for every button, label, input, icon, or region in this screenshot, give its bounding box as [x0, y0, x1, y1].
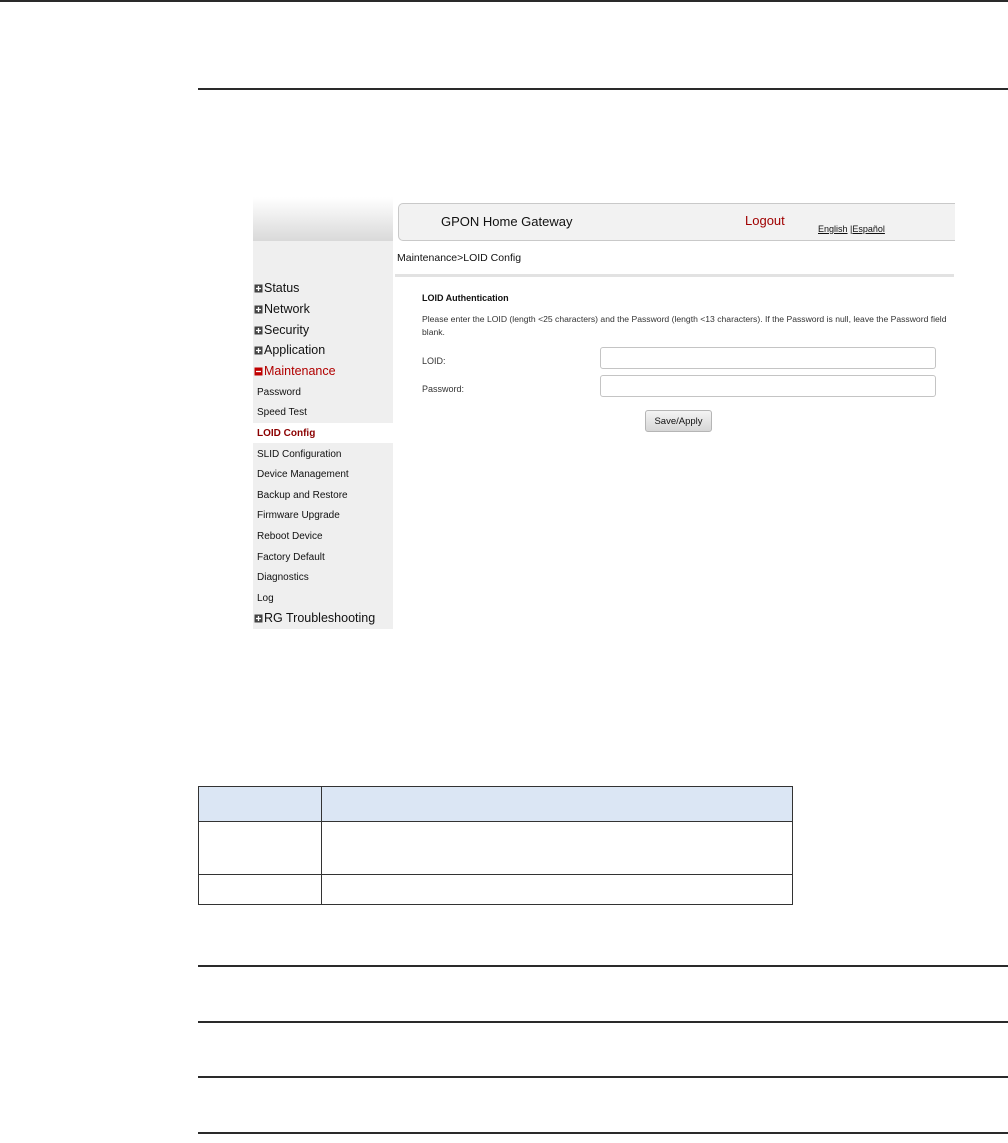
- minus-square-icon: [253, 366, 263, 376]
- header-divider: [198, 88, 1008, 90]
- sidebar-subitem-password[interactable]: Password: [253, 382, 393, 402]
- plus-square-icon: [253, 283, 263, 293]
- lang-english-link[interactable]: English: [818, 224, 848, 234]
- gateway-screenshot: Status Network Security Application Main…: [253, 197, 955, 637]
- sidebar-item-label: RG Troubleshooting: [264, 611, 376, 625]
- sidebar-item-security[interactable]: Security: [253, 320, 309, 340]
- table-header-cell: [198, 786, 322, 822]
- table-cell: [321, 821, 793, 875]
- lang-espanol-link[interactable]: Español: [852, 224, 885, 234]
- table-row: [198, 874, 793, 905]
- plus-square-icon: [253, 325, 263, 335]
- loid-input[interactable]: [600, 347, 936, 369]
- sidebar-item-rg-troubleshooting[interactable]: RG Troubleshooting: [253, 608, 375, 628]
- password-label: Password:: [422, 384, 465, 394]
- table-cell: [198, 874, 322, 905]
- sidebar-item-status[interactable]: Status: [253, 278, 299, 298]
- sidebar-subitem-reboot-device[interactable]: Reboot Device: [253, 526, 393, 546]
- sidebar-item-network[interactable]: Network: [253, 299, 310, 319]
- sidebar-subitem-device-management[interactable]: Device Management: [253, 464, 393, 484]
- save-apply-button[interactable]: Save/Apply: [645, 410, 712, 432]
- logout-link[interactable]: Logout: [745, 213, 785, 228]
- section-title: LOID Authentication: [422, 293, 509, 303]
- plus-square-icon: [253, 613, 263, 623]
- section-divider: [198, 1021, 1008, 1023]
- sidebar: Status Network Security Application Main…: [253, 241, 393, 629]
- top-bar: GPON Home Gateway Logout English |Españo…: [398, 203, 955, 241]
- table-header-cell: [321, 786, 793, 822]
- password-input[interactable]: [600, 375, 936, 397]
- section-description: Please enter the LOID (length <25 charac…: [422, 314, 947, 337]
- sidebar-item-application[interactable]: Application: [253, 340, 325, 360]
- parameter-table: [198, 786, 793, 905]
- sidebar-subitem-diagnostics[interactable]: Diagnostics: [253, 567, 393, 587]
- table-cell: [321, 874, 793, 905]
- sidebar-item-label: Security: [264, 323, 310, 337]
- sidebar-subitem-slid-configuration[interactable]: SLID Configuration: [253, 444, 393, 464]
- sidebar-item-label: Maintenance: [264, 364, 336, 378]
- breadcrumb: Maintenance>LOID Config: [397, 252, 522, 264]
- section-divider: [198, 965, 1008, 967]
- section-divider: [198, 1132, 1008, 1134]
- sidebar-subitem-firmware-upgrade[interactable]: Firmware Upgrade: [253, 505, 393, 525]
- sidebar-item-label: Application: [264, 343, 326, 357]
- plus-square-icon: [253, 345, 263, 355]
- app-title: GPON Home Gateway: [441, 214, 573, 229]
- top-divider: [0, 0, 1008, 2]
- sidebar-subitem-speed-test[interactable]: Speed Test: [253, 402, 393, 422]
- sidebar-item-label: Status: [264, 281, 300, 295]
- sidebar-subitem-backup-restore[interactable]: Backup and Restore: [253, 485, 393, 505]
- sidebar-item-maintenance[interactable]: Maintenance: [253, 361, 336, 381]
- sidebar-subitem-log[interactable]: Log: [253, 588, 393, 608]
- table-cell: [198, 821, 322, 875]
- table-row: [198, 821, 793, 875]
- sidebar-item-label: Network: [264, 302, 310, 316]
- loid-label: LOID:: [422, 356, 446, 366]
- sidebar-subitem-factory-default[interactable]: Factory Default: [253, 547, 393, 567]
- plus-square-icon: [253, 304, 263, 314]
- breadcrumb-divider: [395, 274, 954, 277]
- language-switcher: English |Español: [818, 224, 885, 234]
- section-divider: [198, 1076, 1008, 1078]
- sidebar-header: [253, 197, 393, 241]
- sidebar-subitem-loid-config[interactable]: LOID Config: [253, 423, 393, 443]
- table-header-row: [198, 786, 793, 822]
